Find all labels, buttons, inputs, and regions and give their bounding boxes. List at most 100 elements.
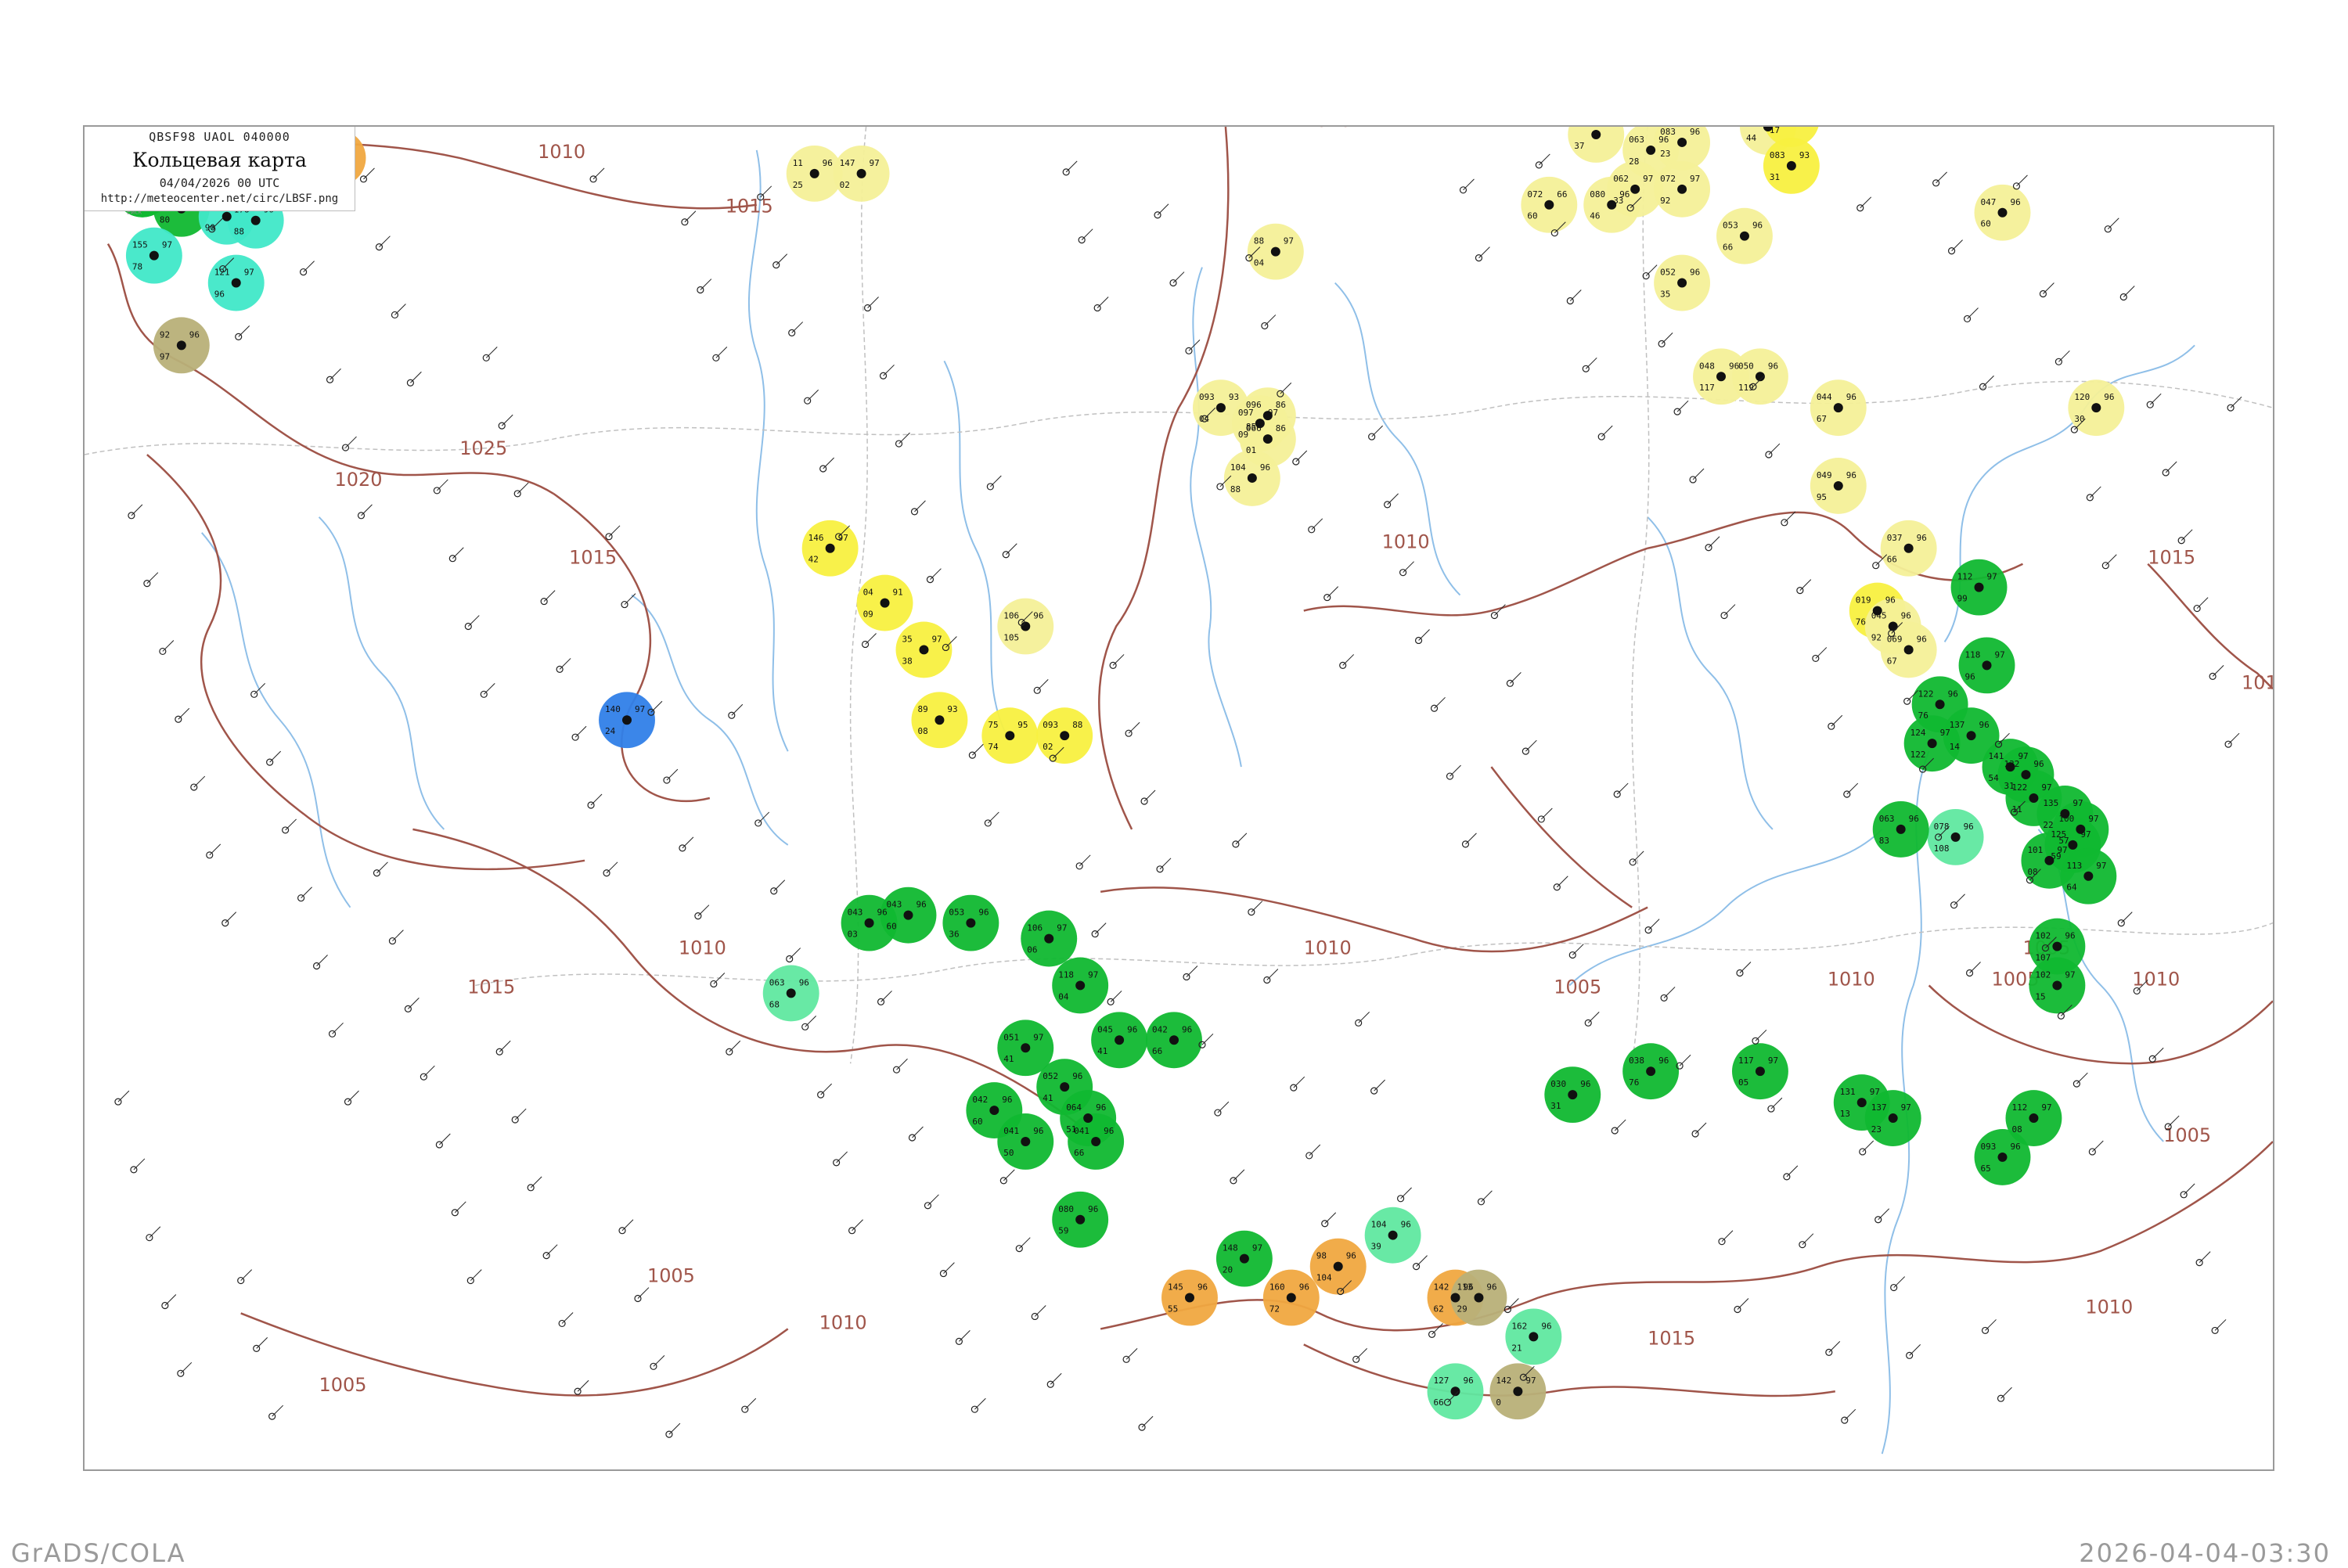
station-dewpoint: 72 — [1269, 1304, 1280, 1314]
wind-barb — [530, 1176, 542, 1189]
station-temperature: 160 — [1269, 1282, 1285, 1293]
station-pressure: 96 — [1033, 611, 1043, 621]
river-0 — [1190, 267, 1242, 768]
wind-barb — [1768, 443, 1781, 455]
station-pressure: 96 — [1002, 1095, 1012, 1105]
wind-barb — [1264, 315, 1277, 326]
station-dewpoint: 35 — [1660, 289, 1670, 299]
station-pressure: 97 — [1033, 1032, 1043, 1042]
station-temperature: 042 — [972, 1095, 988, 1105]
wind-barb — [1374, 1079, 1385, 1091]
station-temperature: 100 — [2058, 814, 2074, 824]
wind-barb — [131, 504, 143, 516]
wind-barb — [1036, 679, 1049, 691]
wind-barb — [823, 457, 834, 469]
wind-barb — [820, 1083, 832, 1095]
river-11 — [201, 532, 351, 908]
wind-barb — [1097, 297, 1109, 308]
station-symbol — [1544, 200, 1554, 210]
wind-barb — [193, 775, 206, 788]
wind-barb — [1556, 876, 1568, 888]
station-dewpoint: 04 — [1254, 258, 1265, 268]
wind-barb — [1159, 858, 1172, 870]
wind-barb — [1342, 654, 1355, 666]
station-temperature: 045 — [1871, 611, 1887, 621]
wind-barb — [2089, 486, 2101, 498]
station-temperature: 112 — [1957, 572, 1973, 582]
wind-barb — [1982, 375, 1994, 387]
station-symbol — [1856, 1098, 1867, 1108]
station-pressure: 96 — [2065, 931, 2075, 941]
wind-barb — [437, 479, 448, 491]
station-pressure: 97 — [635, 704, 645, 714]
isobar-10 — [1537, 1141, 2273, 1299]
station-pressure: 97 — [1252, 1243, 1262, 1253]
station-temperature: 142 — [1434, 1282, 1449, 1293]
station-dewpoint: 39 — [1371, 1242, 1381, 1252]
station-pressure: 96 — [1917, 634, 1927, 644]
wind-barb — [285, 818, 297, 831]
station-symbol — [1021, 1136, 1031, 1146]
wind-barb — [376, 861, 388, 874]
isobar-11 — [1928, 984, 2273, 1065]
wind-barb — [2199, 1251, 2211, 1263]
wind-barb — [1676, 400, 1689, 412]
station-pressure: 96 — [1033, 1126, 1043, 1136]
isobar-4 — [1098, 127, 1230, 830]
station-pressure: 96 — [1104, 1126, 1114, 1136]
station-symbol — [1591, 129, 1601, 139]
station-dewpoint: 02 — [1043, 742, 1053, 752]
isobar-label: 1010 — [1304, 937, 1352, 959]
wind-barb — [2152, 1047, 2164, 1059]
station-pressure: 97 — [244, 268, 254, 278]
station-temperature: 132 — [2004, 759, 2019, 769]
station-temperature: 048 — [1699, 361, 1715, 371]
wind-barb — [133, 1158, 146, 1171]
wind-barb — [592, 167, 605, 180]
wind-barb — [1799, 579, 1812, 591]
station-temperature: 083 — [1660, 127, 1676, 137]
station-dewpoint: 122 — [1910, 750, 1926, 760]
wind-barb — [2227, 732, 2240, 745]
station-symbol — [1474, 1293, 1484, 1303]
station-symbol — [1982, 660, 1992, 671]
station-temperature: 122 — [2011, 782, 2027, 793]
wind-barb — [1324, 1212, 1337, 1225]
station-dewpoint: 24 — [605, 726, 616, 736]
station-symbol — [864, 918, 874, 928]
wind-barb — [682, 836, 694, 849]
wind-barb — [1293, 1076, 1305, 1088]
station-symbol — [1060, 731, 1070, 741]
station-temperature: 045 — [1097, 1024, 1113, 1034]
bulletin-code: QBSF98 UAOL 040000 — [149, 130, 290, 144]
wind-barb — [499, 1040, 511, 1052]
wind-barb — [2196, 597, 2209, 609]
wind-barb — [624, 593, 636, 605]
station-temperature: 145 — [1168, 1282, 1183, 1293]
station-temperature: 083 — [1770, 150, 1785, 160]
map-url[interactable]: http://meteocenter.net/circ/LBSF.png — [85, 192, 355, 205]
station-pressure: 96 — [1401, 1220, 1411, 1230]
station-temperature: 051 — [1003, 1032, 1019, 1042]
wind-barb — [1403, 561, 1414, 574]
wind-barb — [987, 811, 999, 824]
wind-barb — [1251, 901, 1263, 913]
station-dewpoint: 54 — [1989, 773, 2000, 783]
wind-barb — [164, 1294, 177, 1306]
wind-barb — [146, 572, 159, 584]
wind-barb — [606, 861, 618, 874]
station-temperature: 104 — [1230, 462, 1246, 473]
station-dewpoint: 76 — [1918, 710, 1928, 721]
station-temperature: 053 — [949, 908, 964, 918]
wind-barb — [1831, 714, 1843, 727]
station-temperature: 066 — [1246, 423, 1262, 433]
wind-barb — [1737, 1298, 1749, 1310]
wind-barb — [1327, 586, 1339, 598]
wind-barb — [773, 879, 786, 892]
station-dewpoint: 95 — [1817, 492, 1827, 502]
wind-barb — [1540, 807, 1553, 820]
wind-barb — [700, 279, 712, 290]
wind-barb — [2165, 461, 2177, 473]
wind-barb — [1862, 1140, 1874, 1153]
wind-barb — [731, 703, 744, 716]
